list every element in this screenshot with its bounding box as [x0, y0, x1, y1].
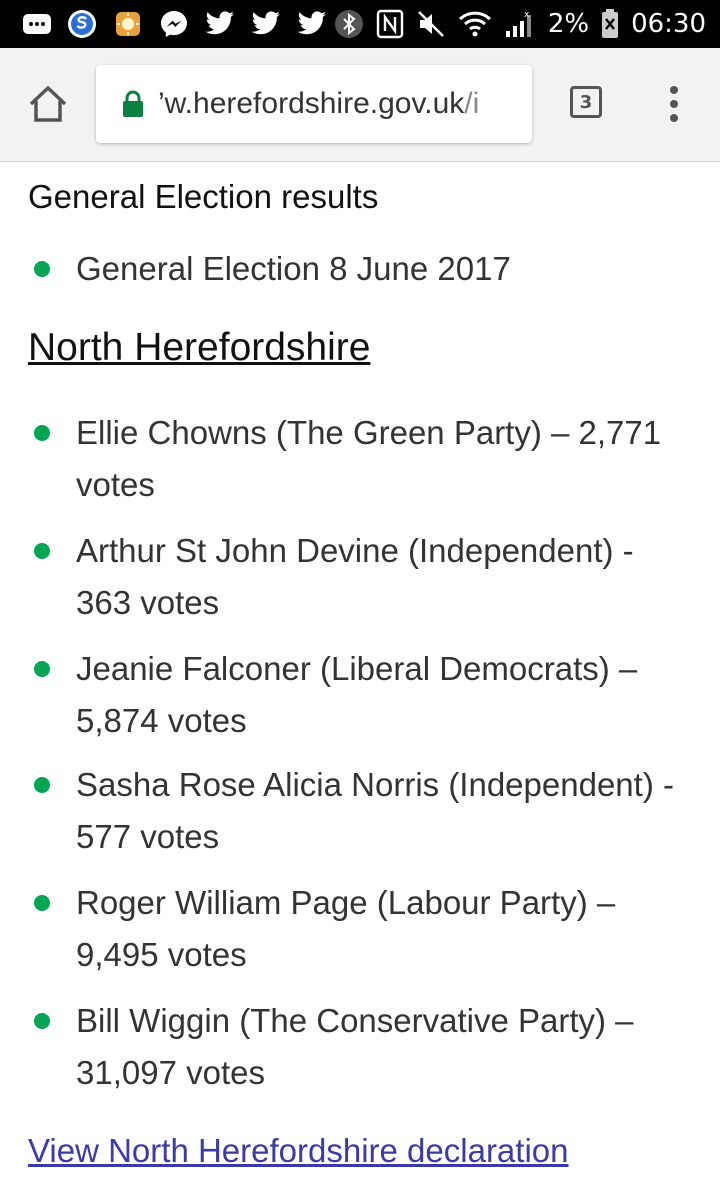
- twitter-icon: [250, 10, 282, 38]
- url-main: ’w.herefordshire.gov.uk: [158, 87, 465, 120]
- candidate-text: Ellie Chowns (The Green Party) – 2,771 v…: [76, 414, 662, 503]
- url-tail: /i: [464, 87, 480, 120]
- nfc-icon: [376, 9, 404, 39]
- clock: 06:30: [631, 9, 706, 39]
- bullet-icon: [34, 261, 50, 277]
- bullet-icon: [34, 895, 50, 911]
- bullet-icon: [34, 661, 50, 677]
- skype-icon: [66, 8, 98, 40]
- bullet-icon: [34, 543, 50, 559]
- candidate-text: Bill Wiggin (The Conservative Party) – 3…: [76, 1002, 634, 1091]
- sun-icon: [112, 8, 144, 40]
- declaration-link[interactable]: View North Herefordshire declaration: [28, 1132, 569, 1170]
- twitter-icon: [204, 10, 236, 38]
- mute-icon: [416, 9, 446, 39]
- bullet-icon: [34, 425, 50, 441]
- system-icons: x 2% 06:30: [334, 9, 720, 39]
- notification-icons: [0, 8, 328, 40]
- tab-switcher-button[interactable]: 3: [570, 86, 602, 118]
- candidate-text: Sasha Rose Alicia Norris (Independent) -…: [76, 766, 674, 855]
- candidate-text: Jeanie Falconer (Liberal Democrats) – 5,…: [76, 650, 638, 739]
- election-item-label: General Election 8 June 2017: [76, 250, 511, 287]
- bluetooth-icon: [334, 9, 364, 39]
- more-icon: [22, 12, 52, 36]
- url-text: ’w.herefordshire.gov.uk/i: [158, 87, 479, 121]
- address-bar[interactable]: ’w.herefordshire.gov.uk/i: [96, 65, 532, 143]
- battery-icon: [601, 9, 619, 39]
- section-title: General Election results: [28, 178, 379, 215]
- status-bar: x 2% 06:30: [0, 0, 720, 48]
- candidate-text: Arthur St John Devine (Independent) - 36…: [76, 532, 634, 621]
- signal-icon: x: [504, 9, 536, 39]
- twitter-icon: [296, 10, 328, 38]
- wifi-icon: [458, 9, 492, 39]
- overflow-menu-button[interactable]: [664, 82, 684, 126]
- browser-toolbar: ’w.herefordshire.gov.uk/i 3: [0, 48, 720, 162]
- bullet-icon: [34, 777, 50, 793]
- home-button[interactable]: [26, 82, 70, 126]
- lock-icon: [123, 90, 143, 117]
- more-vert-icon: [670, 86, 678, 122]
- home-icon: [29, 86, 67, 122]
- candidate-text: Roger William Page (Labour Party) – 9,49…: [76, 884, 616, 973]
- bullet-icon: [34, 1013, 50, 1029]
- messenger-icon: [158, 8, 190, 40]
- region-title: North Herefordshire: [28, 326, 371, 369]
- battery-percent: 2%: [547, 9, 590, 39]
- svg-text:x: x: [524, 10, 530, 20]
